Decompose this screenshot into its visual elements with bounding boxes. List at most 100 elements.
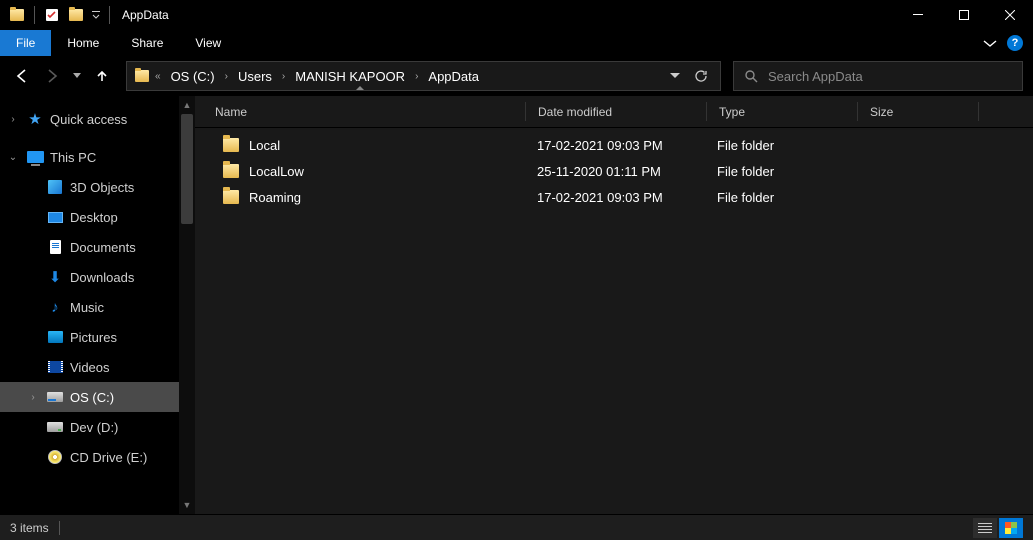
tab-view[interactable]: View (179, 30, 237, 56)
column-name[interactable]: Name (195, 96, 525, 127)
breadcrumb-overflow[interactable]: « (153, 71, 163, 82)
nav-sidebar: › ★ Quick access ⌄ This PC 3D Objects De… (0, 96, 195, 514)
window-title: AppData (114, 8, 895, 22)
crumb-label: Users (238, 69, 272, 84)
address-folder-icon (133, 68, 151, 84)
address-bar[interactable]: « OS (C:) › Users › MANISH KAPOOR › AppD… (126, 61, 721, 91)
collapse-chevron-icon[interactable]: ⌄ (6, 152, 20, 163)
pictures-icon (46, 329, 64, 345)
scroll-down-icon[interactable]: ▼ (179, 496, 195, 514)
column-size[interactable]: Size (858, 96, 978, 127)
videos-icon (46, 359, 64, 375)
disc-icon (46, 449, 64, 465)
crumb-label: MANISH KAPOOR (295, 69, 405, 84)
list-icon (978, 523, 992, 533)
address-dropdown-button[interactable] (670, 73, 680, 79)
table-row[interactable]: Local 17-02-2021 09:03 PM File folder (195, 132, 1033, 158)
sidebar-scrollbar[interactable]: ▲ ▼ (179, 96, 195, 514)
recent-locations-dropdown[interactable] (70, 64, 84, 88)
chevron-right-icon[interactable]: › (280, 71, 287, 82)
sidebar-item-documents[interactable]: Documents (0, 232, 179, 262)
ribbon-collapse-button[interactable] (983, 38, 997, 48)
back-button[interactable] (10, 64, 34, 88)
status-text: 3 items (10, 521, 49, 535)
file-date: 17-02-2021 09:03 PM (525, 138, 705, 153)
separator (59, 521, 60, 535)
sidebar-item-pictures[interactable]: Pictures (0, 322, 179, 352)
tab-home[interactable]: Home (51, 30, 115, 56)
view-thumbnails-button[interactable] (999, 518, 1023, 538)
sidebar-item-label: Dev (D:) (70, 420, 118, 435)
scroll-up-icon[interactable]: ▲ (179, 96, 195, 114)
sidebar-item-music[interactable]: ♪ Music (0, 292, 179, 322)
separator (109, 6, 110, 24)
desktop-icon (46, 209, 64, 225)
file-list-pane: Name Date modified Type Size Local 17-02… (195, 96, 1033, 514)
sidebar-this-pc[interactable]: ⌄ This PC (0, 142, 179, 172)
tab-share[interactable]: Share (115, 30, 179, 56)
close-button[interactable] (987, 0, 1033, 30)
table-row[interactable]: Roaming 17-02-2021 09:03 PM File folder (195, 184, 1033, 210)
sidebar-item-videos[interactable]: Videos (0, 352, 179, 382)
cube-icon (46, 179, 64, 195)
sidebar-item-label: CD Drive (E:) (70, 450, 147, 465)
column-date[interactable]: Date modified (526, 96, 706, 127)
sidebar-item-label: Videos (70, 360, 110, 375)
minimize-button[interactable] (895, 0, 941, 30)
file-name: Roaming (249, 190, 301, 205)
sidebar-quick-access[interactable]: › ★ Quick access (0, 104, 179, 134)
column-headers: Name Date modified Type Size (195, 96, 1033, 128)
column-divider[interactable] (978, 102, 979, 121)
sidebar-item-label: Downloads (70, 270, 134, 285)
help-button[interactable]: ? (1007, 35, 1023, 51)
ribbon-tabs: File Home Share View ? (0, 30, 1033, 56)
main-area: › ★ Quick access ⌄ This PC 3D Objects De… (0, 96, 1033, 514)
crumb-users[interactable]: Users (232, 62, 278, 90)
sidebar-item-dev-drive[interactable]: Dev (D:) (0, 412, 179, 442)
music-icon: ♪ (46, 299, 64, 315)
forward-button[interactable] (40, 64, 64, 88)
search-icon (744, 69, 758, 83)
file-type: File folder (705, 164, 855, 179)
table-row[interactable]: LocalLow 25-11-2020 01:11 PM File folder (195, 158, 1033, 184)
qat-new-folder-button[interactable] (65, 4, 87, 26)
scroll-thumb[interactable] (181, 114, 193, 224)
file-date: 17-02-2021 09:03 PM (525, 190, 705, 205)
search-placeholder: Search AppData (768, 69, 863, 84)
maximize-button[interactable] (941, 0, 987, 30)
qat-properties-button[interactable] (41, 4, 63, 26)
title-bar: AppData (0, 0, 1033, 30)
document-icon (46, 239, 64, 255)
status-bar: 3 items (0, 514, 1033, 540)
qat-customize-dropdown[interactable] (89, 4, 103, 26)
sidebar-item-3d-objects[interactable]: 3D Objects (0, 172, 179, 202)
column-type[interactable]: Type (707, 96, 857, 127)
file-type: File folder (705, 138, 855, 153)
search-input[interactable]: Search AppData (733, 61, 1023, 91)
sidebar-item-cd-drive[interactable]: CD Drive (E:) (0, 442, 179, 472)
refresh-button[interactable] (694, 69, 708, 83)
chevron-right-icon[interactable]: › (413, 71, 420, 82)
sidebar-item-desktop[interactable]: Desktop (0, 202, 179, 232)
grid-icon (1005, 522, 1017, 534)
crumb-user[interactable]: MANISH KAPOOR (289, 62, 411, 90)
file-name: Local (249, 138, 280, 153)
folder-icon (223, 164, 239, 178)
pc-icon (26, 149, 44, 165)
sidebar-item-label: This PC (50, 150, 96, 165)
expand-chevron-icon[interactable]: › (26, 392, 40, 403)
quick-access-toolbar (0, 4, 114, 26)
sidebar-item-downloads[interactable]: ⬇ Downloads (0, 262, 179, 292)
sidebar-item-label: Desktop (70, 210, 118, 225)
up-button[interactable] (90, 64, 114, 88)
file-type: File folder (705, 190, 855, 205)
file-date: 25-11-2020 01:11 PM (525, 164, 705, 179)
chevron-right-icon[interactable]: › (223, 71, 230, 82)
drive-icon (46, 419, 64, 435)
crumb-current[interactable]: AppData (422, 62, 485, 90)
sidebar-item-os-drive[interactable]: › OS (C:) (0, 382, 179, 412)
expand-chevron-icon[interactable]: › (6, 114, 20, 125)
crumb-os[interactable]: OS (C:) (165, 62, 221, 90)
view-details-button[interactable] (973, 518, 997, 538)
tab-file[interactable]: File (0, 30, 51, 56)
